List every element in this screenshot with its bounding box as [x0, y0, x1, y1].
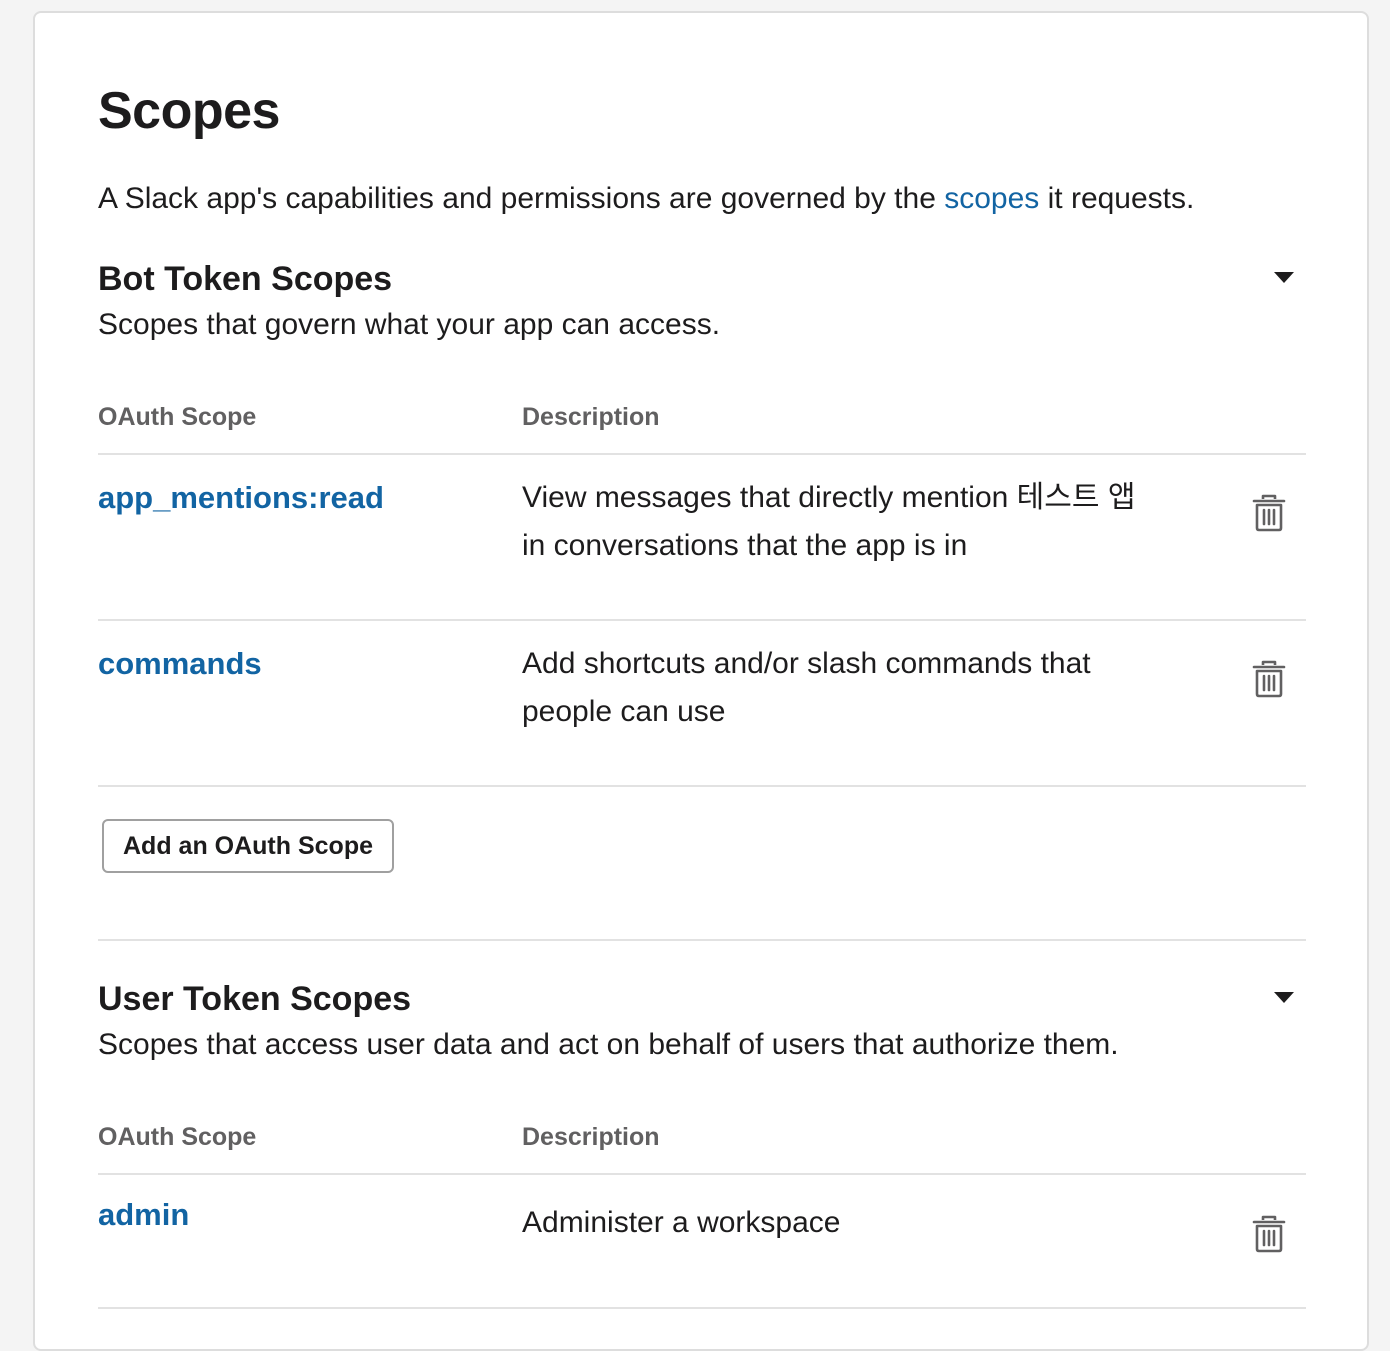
caret-down-icon: [1274, 991, 1294, 1003]
section-title: User Token Scopes: [98, 980, 412, 1018]
scope-link[interactable]: admin: [98, 1191, 189, 1239]
caret-down-icon: [1274, 271, 1294, 283]
add-oauth-scope-button[interactable]: Add an OAuth Scope: [102, 819, 394, 873]
scope-row: app_mentions:read View messages that dir…: [98, 474, 1306, 614]
bot-token-scopes-section: Bot Token Scopes Scopes that govern what…: [98, 257, 1306, 941]
scopes-card: Scopes A Slack app's capabilities and pe…: [33, 11, 1369, 1351]
collapse-toggle[interactable]: [1272, 265, 1296, 289]
column-header-description: Description: [522, 403, 660, 431]
scope-description: View messages that directly mention 테스트 …: [522, 481, 1136, 562]
page-title: Scopes: [98, 82, 280, 140]
column-header-oauth-scope: OAuth Scope: [98, 1123, 257, 1151]
scopes-link[interactable]: scopes: [944, 182, 1039, 215]
scope-description: Add shortcuts and/or slash commands that…: [522, 647, 1091, 728]
divider: [98, 939, 1306, 941]
intro-text: A Slack app's capabilities and permissio…: [98, 179, 1194, 219]
divider: [98, 619, 1306, 621]
section-title: Bot Token Scopes: [98, 260, 393, 298]
scope-link[interactable]: commands: [98, 640, 262, 688]
divider: [98, 785, 1306, 787]
divider: [98, 1173, 1306, 1175]
section-subtitle: Scopes that access user data and act on …: [98, 1028, 1119, 1061]
section-subtitle: Scopes that govern what your app can acc…: [98, 308, 721, 341]
intro-text-before: A Slack app's capabilities and permissio…: [98, 182, 945, 215]
scope-row: admin Administer a workspace: [98, 1191, 1306, 1291]
column-header-oauth-scope: OAuth Scope: [98, 403, 257, 431]
user-token-scopes-section: User Token Scopes Scopes that access use…: [98, 977, 1306, 1337]
column-header-description: Description: [522, 1123, 660, 1151]
trash-icon[interactable]: [1252, 494, 1286, 532]
intro-text-after: it requests.: [1039, 182, 1195, 215]
scope-description: Administer a workspace: [522, 1206, 841, 1239]
trash-icon[interactable]: [1252, 660, 1286, 698]
scope-row: commands Add shortcuts and/or slash comm…: [98, 640, 1306, 780]
scope-link[interactable]: app_mentions:read: [98, 474, 384, 522]
divider: [98, 1307, 1306, 1309]
trash-icon[interactable]: [1252, 1215, 1286, 1253]
collapse-toggle[interactable]: [1272, 985, 1296, 1009]
divider: [98, 453, 1306, 455]
